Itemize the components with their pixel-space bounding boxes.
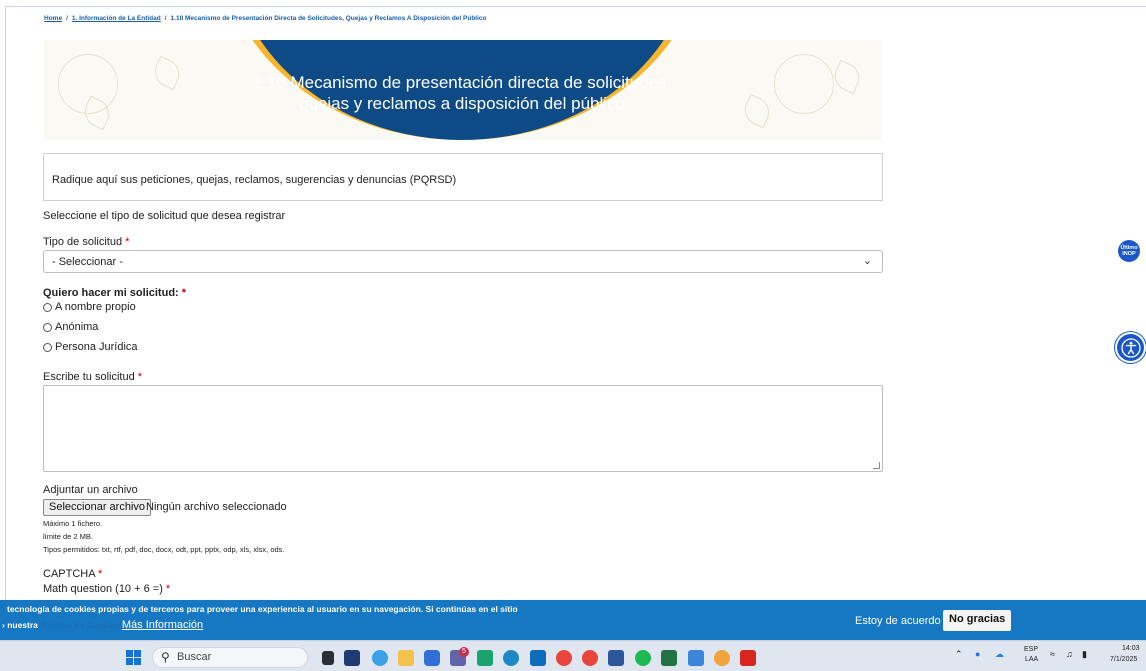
breadcrumb: Home/1. Información de La Entidad/1.10 M… bbox=[44, 15, 487, 22]
outlook-calendar-icon[interactable] bbox=[424, 650, 440, 666]
notification-badge: 5 bbox=[459, 647, 469, 657]
tipo-solicitud-label-text: Tipo de solicitud bbox=[43, 236, 123, 248]
pqrsd-intro-box: Radique aquí sus peticiones, quejas, rec… bbox=[43, 153, 883, 201]
radio-option-persona-juridica[interactable]: Persona Jurídica bbox=[43, 341, 138, 353]
file-explorer-icon[interactable] bbox=[398, 650, 414, 666]
breadcrumb-current: 1.10 Mecanismo de Presentación Directa d… bbox=[170, 15, 487, 22]
battery-icon[interactable]: ▮ bbox=[1082, 649, 1087, 660]
outlook-icon[interactable] bbox=[530, 650, 546, 666]
breadcrumb-separator: / bbox=[164, 15, 167, 22]
required-mark: * bbox=[165, 583, 171, 595]
captcha-label-text: CAPTCHA bbox=[43, 568, 95, 580]
onedrive-icon[interactable]: ☁ bbox=[995, 649, 1004, 660]
radio-label: Anónima bbox=[55, 321, 99, 333]
taskbar: ⚲ Buscar 5 ⌃ ● ☁ ESP LAA ≈ ♫ ▮ 14:03 7/1… bbox=[0, 640, 1146, 671]
accessibility-icon bbox=[1120, 337, 1141, 358]
tipo-solicitud-select[interactable]: - Seleccionar - ⌄ bbox=[43, 250, 883, 273]
calendar-app-icon[interactable] bbox=[344, 650, 360, 666]
select-prompt: Seleccione el tipo de solicitud que dese… bbox=[43, 210, 286, 222]
language-bottom[interactable]: LAA bbox=[1025, 656, 1038, 663]
chevron-down-icon: ⌄ bbox=[862, 255, 872, 267]
cookie-policy-link[interactable]: Política de Cookies bbox=[42, 620, 120, 630]
adjuntar-label: Adjuntar un archivo bbox=[43, 484, 138, 496]
photos-icon[interactable] bbox=[688, 650, 704, 666]
decorative-leaf bbox=[829, 59, 865, 95]
captcha-label: CAPTCHA * bbox=[43, 568, 102, 580]
windows-start-icon[interactable] bbox=[126, 650, 142, 666]
file-hint-size: límite de 2 MB. bbox=[43, 532, 94, 541]
paint-icon[interactable] bbox=[714, 650, 730, 666]
breadcrumb-section-link[interactable]: 1. Información de La Entidad bbox=[72, 15, 161, 22]
required-mark: * bbox=[98, 568, 103, 580]
clock-date[interactable]: 7/1/2025 bbox=[1110, 656, 1137, 663]
radio-label: A nombre propio bbox=[55, 301, 136, 313]
clock-time[interactable]: 14:03 bbox=[1122, 645, 1140, 652]
search-icon: ⚲ bbox=[161, 650, 170, 664]
no-thanks-button[interactable]: No gracias bbox=[943, 610, 1012, 631]
wifi-icon[interactable]: ≈ bbox=[1050, 649, 1055, 659]
chrome-icon[interactable] bbox=[556, 650, 572, 666]
cookie-text: tecnología de cookies propias y de terce… bbox=[7, 604, 518, 614]
green-app-icon[interactable] bbox=[477, 650, 493, 666]
resize-grip-icon[interactable] bbox=[873, 462, 880, 469]
cookie-text-line2: › nuestra Política de Cookies Más Informac… bbox=[2, 619, 203, 631]
math-question-text: Math question (10 + 6 =) bbox=[43, 583, 163, 595]
tipo-solicitud-value: - Seleccionar - bbox=[52, 256, 123, 268]
ultimo-inop-button[interactable]: Último INOP bbox=[1118, 240, 1140, 262]
acrobat-icon[interactable] bbox=[740, 650, 756, 666]
required-mark: * bbox=[181, 287, 187, 299]
tipo-solicitud-label: Tipo de solicitud * bbox=[43, 236, 129, 248]
volume-icon[interactable]: ♫ bbox=[1066, 649, 1073, 659]
pqrsd-intro-text: Radique aquí sus peticiones, quejas, rec… bbox=[52, 174, 457, 186]
file-hint-count: Máximo 1 fichero. bbox=[43, 519, 103, 528]
radio-button[interactable] bbox=[43, 302, 52, 312]
page-title: 1.10 Mecanismo de presentación directa d… bbox=[252, 73, 672, 113]
radio-option-nombre-propio[interactable]: A nombre propio bbox=[43, 301, 136, 313]
breadcrumb-separator: / bbox=[66, 15, 68, 22]
file-hint-types: Tipos permitidos: txt, rtf, pdf, doc, do… bbox=[43, 545, 285, 554]
radio-button[interactable] bbox=[43, 342, 52, 352]
breadcrumb-home-link[interactable]: Home bbox=[44, 15, 62, 22]
cookie-banner: tecnología de cookies propias y de terce… bbox=[0, 600, 1146, 640]
quiero-label: Quiero hacer mi solicitud: * bbox=[43, 287, 186, 299]
page-banner: 1.10 Mecanismo de presentación directa d… bbox=[44, 40, 882, 140]
file-status: Ningún archivo seleccionado bbox=[146, 501, 287, 513]
more-info-link[interactable]: Más Información bbox=[122, 619, 203, 631]
excel-icon[interactable] bbox=[661, 650, 677, 666]
escribe-label-text: Escribe tu solicitud bbox=[43, 371, 135, 383]
radio-option-anonima[interactable]: Anónima bbox=[43, 321, 98, 333]
inop-label: INOP bbox=[1122, 251, 1136, 257]
language-top[interactable]: ESP bbox=[1024, 646, 1038, 653]
required-mark: * bbox=[125, 236, 130, 248]
decorative-ornament bbox=[774, 54, 834, 114]
radio-button[interactable] bbox=[43, 322, 52, 332]
agree-button[interactable]: Estoy de acuerdo bbox=[855, 615, 941, 627]
tray-app-icon[interactable]: ● bbox=[975, 649, 980, 659]
radio-label: Persona Jurídica bbox=[55, 341, 138, 353]
taskbar-search-placeholder: Buscar bbox=[177, 651, 212, 663]
copilot-icon[interactable] bbox=[372, 650, 388, 666]
escribe-label: Escribe tu solicitud * bbox=[43, 371, 142, 383]
chrome-profile-icon[interactable] bbox=[582, 650, 598, 666]
required-mark: * bbox=[137, 371, 143, 383]
cookie-text-prefix: › nuestra bbox=[2, 620, 38, 630]
accessibility-button[interactable] bbox=[1117, 334, 1144, 361]
select-file-button[interactable]: Seleccionar archivo bbox=[43, 499, 151, 516]
solicitud-textarea[interactable] bbox=[43, 385, 883, 472]
decorative-leaf bbox=[739, 93, 775, 129]
tray-overflow-icon[interactable]: ⌃ bbox=[955, 649, 963, 660]
taskbar-search[interactable]: ⚲ Buscar bbox=[152, 647, 308, 668]
task-view-icon[interactable] bbox=[322, 651, 334, 665]
edge-browser-icon[interactable] bbox=[503, 650, 519, 666]
quiero-label-text: Quiero hacer mi solicitud: bbox=[43, 287, 179, 299]
word-icon[interactable] bbox=[608, 650, 624, 666]
math-question: Math question (10 + 6 =) * bbox=[43, 583, 170, 595]
decorative-leaf bbox=[149, 55, 185, 91]
spotify-icon[interactable] bbox=[635, 650, 651, 666]
